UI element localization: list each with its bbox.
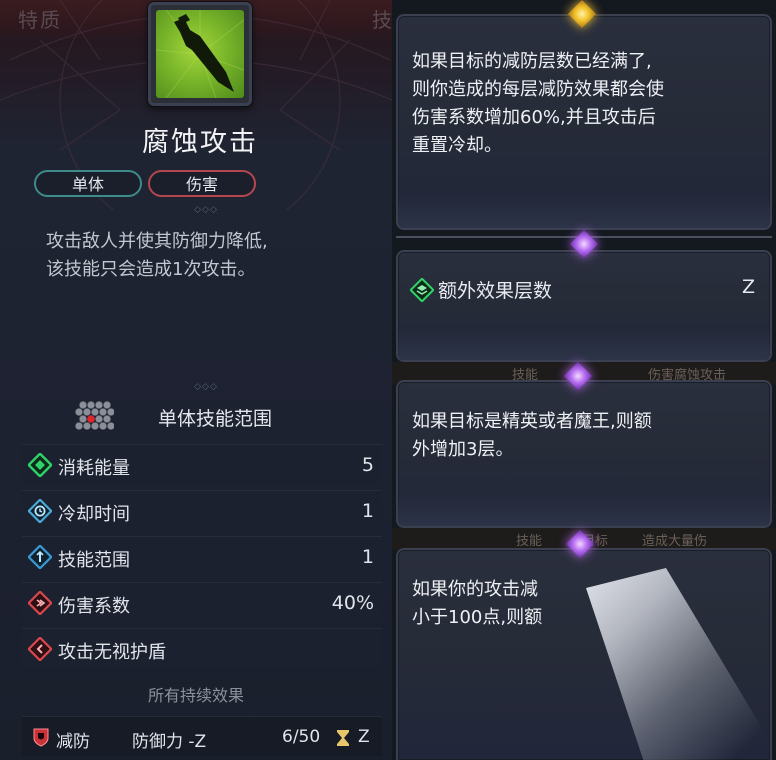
tooltip-line: 如果你的攻击减 — [412, 579, 538, 600]
effect-row-defense-down[interactable]: 减防 防御力 -Z 6/50 Z — [22, 716, 382, 756]
stat-value: 5 — [361, 454, 374, 476]
card-footer-glow — [398, 494, 770, 526]
stat-energy-cost: 消耗能量 5 — [22, 444, 382, 484]
layers-stack-icon — [410, 278, 434, 302]
stat-label: 冷却时间 — [58, 504, 130, 525]
hourglass-icon — [337, 730, 349, 746]
card-footer-glow — [398, 328, 770, 360]
tooltip-card-elite-boss: 如果目标是精英或者魔王,则额 外增加3层。 — [396, 380, 772, 528]
tooltip-line: 外增加3层。 — [412, 439, 514, 460]
skill-icon-background — [156, 10, 244, 98]
card-footer-glow — [398, 196, 770, 228]
skill-description: 攻击敌人并使其防御力降低, 该技能只会造成1次攻击。 — [46, 228, 386, 284]
effect-stack-count: 6/50 — [282, 727, 321, 747]
stat-skill-range: 技能范围 1 — [22, 536, 382, 576]
tooltip-line: 小于100点,则额 — [412, 607, 543, 628]
corrosive-dagger-icon — [156, 10, 244, 98]
red-shield-icon — [33, 728, 49, 747]
divider-dots: ◇◇◇ — [194, 382, 218, 392]
tag-damage: 伤害 — [148, 170, 256, 197]
description-line: 该技能只会造成1次攻击。 — [46, 259, 256, 280]
stat-label: 技能范围 — [58, 550, 130, 571]
tooltip-text: 如果目标是精英或者魔王,则额 外增加3层。 — [412, 408, 652, 464]
damage-coefficient-icon — [28, 591, 52, 615]
skill-detail-panel: 特质 技 腐蚀攻击 单体 伤害 ◇◇◇ 攻击敌人并使其防御力降低, 该技能只会造… — [0, 0, 392, 760]
extra-stacks-label: 额外效果层数 — [438, 280, 553, 302]
stat-damage-coefficient: 伤害系数 40% — [22, 582, 382, 622]
strip-text: 造成大量伤 — [642, 534, 708, 549]
skill-icon-frame — [148, 2, 252, 106]
effect-turns: Z — [358, 727, 370, 747]
stat-value: 40% — [331, 592, 374, 614]
tooltip-line: 如果目标是精英或者魔王,则额 — [412, 411, 652, 432]
extra-stacks-value: Z — [742, 276, 756, 298]
divider-dots: ◇◇◇ — [194, 205, 218, 215]
range-target-icon — [28, 545, 52, 569]
stat-ignore-shield: 攻击无视护盾 — [22, 628, 382, 668]
hex-range-grid-icon — [75, 401, 114, 430]
skill-range-row: 单体技能范围 — [0, 396, 392, 436]
effects-title: 所有持续效果 — [147, 686, 244, 705]
tooltip-line: 则你造成的每层减防效果都会使 — [412, 79, 664, 100]
tooltip-card-extra-stacks — [396, 250, 772, 362]
cooldown-clock-icon — [28, 499, 52, 523]
tooltip-text: 如果你的攻击减 小于100点,则额 — [412, 576, 542, 632]
tooltip-line: 如果目标的减防层数已经满了, — [412, 51, 652, 72]
tag-single-target: 单体 — [34, 170, 142, 197]
description-line: 攻击敌人并使其防御力降低, — [46, 231, 268, 252]
tooltip-line: 重置冷却。 — [412, 135, 502, 156]
stat-value: 1 — [361, 500, 374, 522]
energy-diamond-icon — [28, 453, 52, 477]
tooltip-card-max-stacks: 如果目标的减防层数已经满了, 则你造成的每层减防效果都会使 伤害系数增加60%,… — [396, 14, 772, 230]
stat-label: 攻击无视护盾 — [58, 642, 166, 663]
ignore-shield-icon — [28, 637, 52, 661]
stat-label: 消耗能量 — [58, 458, 130, 479]
range-label: 单体技能范围 — [158, 408, 273, 430]
stat-label: 伤害系数 — [58, 596, 130, 617]
stat-value: 1 — [361, 546, 374, 568]
tooltip-text: 如果目标的减防层数已经满了, 则你造成的每层减防效果都会使 伤害系数增加60%,… — [412, 48, 664, 160]
tooltip-line: 伤害系数增加60%,并且攻击后 — [412, 107, 656, 128]
strip-text: 技能 — [516, 534, 543, 549]
effect-name: 减防 — [56, 732, 90, 752]
stat-cooldown: 冷却时间 1 — [22, 490, 382, 530]
skill-name: 腐蚀攻击 — [142, 127, 258, 158]
effect-stat: 防御力 -Z — [132, 732, 207, 752]
